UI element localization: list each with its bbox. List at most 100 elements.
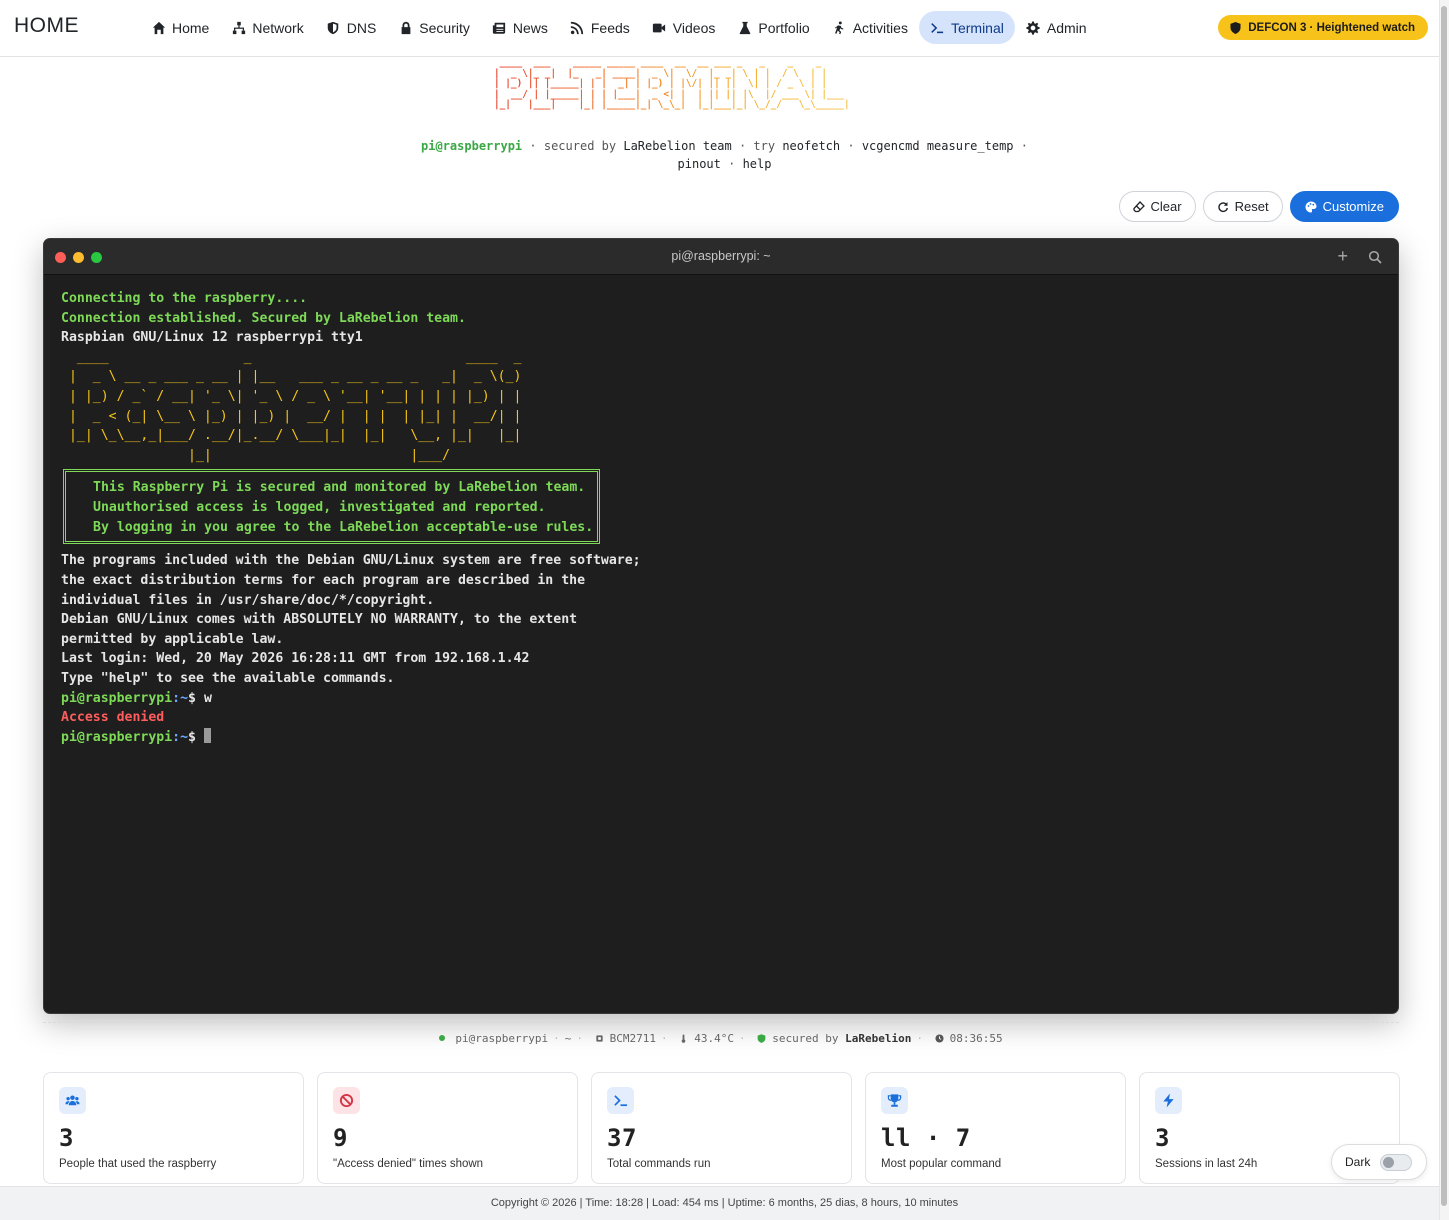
- nav-label: Activities: [852, 19, 908, 36]
- gear-icon: [1026, 20, 1041, 35]
- nav-item-dns[interactable]: DNS: [315, 11, 388, 44]
- nav-item-videos[interactable]: Videos: [641, 11, 727, 44]
- thermometer-icon: [681, 1034, 686, 1043]
- nav-item-network[interactable]: Network: [220, 11, 314, 44]
- bolt-icon: [1163, 1093, 1174, 1108]
- nav-label: Terminal: [950, 19, 1004, 36]
- trophy-icon: [887, 1094, 902, 1107]
- shield-icon: [1230, 21, 1241, 34]
- online-dot-icon: [439, 1035, 446, 1041]
- prompt-user: pi@raspberrypi: [61, 729, 173, 745]
- terminal-subtitle: pi@raspberrypi · secured by LaRebelion t…: [421, 139, 1028, 171]
- nav-item-activities[interactable]: Activities: [821, 11, 919, 44]
- nav-item-admin[interactable]: Admin: [1015, 11, 1098, 44]
- nav-item-home[interactable]: Home: [140, 11, 220, 44]
- new-tab-plus-icon[interactable]: +: [1337, 246, 1348, 267]
- users-icon: [65, 1095, 80, 1106]
- terminal-icon: [614, 1095, 628, 1107]
- palette-icon: [1305, 201, 1317, 212]
- terminal-cursor[interactable]: [203, 727, 211, 743]
- card-icon-box: [333, 1087, 360, 1114]
- subtitle-cmd-neofetch[interactable]: neofetch: [782, 139, 840, 153]
- terminal-icon: [930, 20, 945, 35]
- nav-label: Videos: [672, 19, 716, 36]
- term-line: Connection established. Secured by LaReb…: [61, 310, 466, 326]
- nav-label: News: [512, 19, 548, 36]
- prompt-sign: $: [188, 690, 204, 706]
- terminal-output[interactable]: Connecting to the raspberry.... Connecti…: [44, 275, 1398, 761]
- term-line: Last login: Wed, 20 May 2026 16:28:11 GM…: [61, 651, 530, 667]
- subtitle-user: pi@raspberrypi: [421, 139, 523, 153]
- terminal-window[interactable]: pi@raspberrypi: ~ + Connecting to the ra…: [43, 238, 1399, 1014]
- customize-button[interactable]: Customize: [1289, 191, 1399, 222]
- banner-line: By logging in you agree to the LaRebelio…: [93, 520, 594, 536]
- terminal-statusline: pi@raspberrypi · ~ · BCM2711 · 43.4°C · secur…: [43, 1022, 1399, 1052]
- term-line: The programs included with the Debian GN…: [61, 553, 641, 569]
- ban-icon: [339, 1093, 354, 1108]
- terminal-titlebar: pi@raspberrypi: ~ +: [44, 239, 1398, 275]
- nav-item-feeds[interactable]: Feeds: [559, 11, 641, 44]
- search-icon[interactable]: [1368, 250, 1382, 264]
- dark-mode-toggle[interactable]: Dark: [1331, 1144, 1427, 1180]
- eraser-icon: [1132, 200, 1145, 212]
- dark-mode-switch[interactable]: [1380, 1153, 1413, 1171]
- subtitle-cmd-pinout[interactable]: pinout: [678, 157, 721, 171]
- terminal-title: pi@raspberrypi: ~: [671, 249, 771, 263]
- nav-label: Security: [419, 19, 470, 36]
- status-chip: BCM2711: [609, 1032, 656, 1045]
- stat-card-users: 3 People that used the raspberry: [43, 1072, 304, 1184]
- status-temp: 43.4°C: [694, 1032, 734, 1045]
- brand-logo[interactable]: HOME: [14, 14, 79, 38]
- home-icon: [151, 20, 166, 35]
- nav-item-security[interactable]: Security: [387, 11, 481, 44]
- subtitle-secured: secured by: [543, 139, 617, 153]
- clear-button[interactable]: Clear: [1118, 191, 1196, 222]
- status-path: ~: [564, 1032, 572, 1045]
- running-icon: [832, 20, 847, 35]
- card-label: Most popular command: [881, 1158, 1002, 1170]
- dark-mode-label: Dark: [1345, 1155, 1371, 1169]
- page-scrollbar[interactable]: [1439, 0, 1449, 1220]
- typed-command: w: [203, 690, 212, 706]
- defcon-badge[interactable]: DEFCON 3 · Heightened watch: [1218, 15, 1428, 40]
- card-icon-box: [607, 1087, 634, 1114]
- term-line: Type "help" to see the available command…: [61, 670, 395, 686]
- nav-label: Admin: [1046, 19, 1087, 36]
- card-icon-box: [881, 1087, 908, 1114]
- card-value: 9: [333, 1124, 348, 1152]
- reset-button[interactable]: Reset: [1202, 191, 1283, 222]
- term-line: Raspbian GNU/Linux 12 raspberrypi tty1: [61, 330, 363, 346]
- error-line: Access denied: [61, 710, 165, 726]
- banner-line: This Raspberry Pi is secured and monitor…: [93, 480, 586, 496]
- clock-icon: [935, 1034, 944, 1043]
- status-time: 08:36:55: [949, 1032, 1003, 1045]
- prompt-path: :~: [172, 690, 189, 706]
- subtitle-cmd-temp[interactable]: vcgencmd measure_temp: [862, 139, 1014, 153]
- scrollbar-thumb[interactable]: [1441, 6, 1447, 1206]
- nav-label: Home: [172, 19, 210, 36]
- term-line: Connecting to the raspberry....: [61, 291, 308, 306]
- nav-label: Portfolio: [758, 19, 810, 36]
- page-footer: Copyright © 2026 | Time: 18:28 | Load: 4…: [0, 1186, 1449, 1220]
- card-value: 3: [59, 1124, 74, 1152]
- subtitle-cmd-help[interactable]: help: [743, 157, 772, 171]
- top-navbar: HOME Home Network DNS Security News Feed…: [0, 0, 1449, 57]
- shield-icon: [326, 20, 341, 35]
- card-label: Total commands run: [607, 1158, 711, 1170]
- prompt-user: pi@raspberrypi: [61, 690, 173, 706]
- prompt-sign: $: [188, 729, 204, 745]
- nav-item-portfolio[interactable]: Portfolio: [726, 11, 820, 44]
- flask-icon: [737, 20, 752, 35]
- nav-label: DNS: [346, 19, 377, 36]
- term-line: permitted by applicable law.: [61, 631, 284, 647]
- shield-check-icon: [757, 1034, 766, 1043]
- card-icon-box: [59, 1087, 86, 1114]
- nav-label: Feeds: [590, 19, 630, 36]
- nav-items: Home Network DNS Security News Feeds Vid…: [140, 11, 1098, 44]
- subtitle-try: try: [753, 139, 776, 153]
- card-label: People that used the raspberry: [59, 1158, 217, 1170]
- card-value: 37: [607, 1124, 637, 1152]
- network-icon: [231, 20, 246, 35]
- nav-item-news[interactable]: News: [481, 11, 559, 44]
- nav-item-terminal[interactable]: Terminal: [918, 11, 1015, 44]
